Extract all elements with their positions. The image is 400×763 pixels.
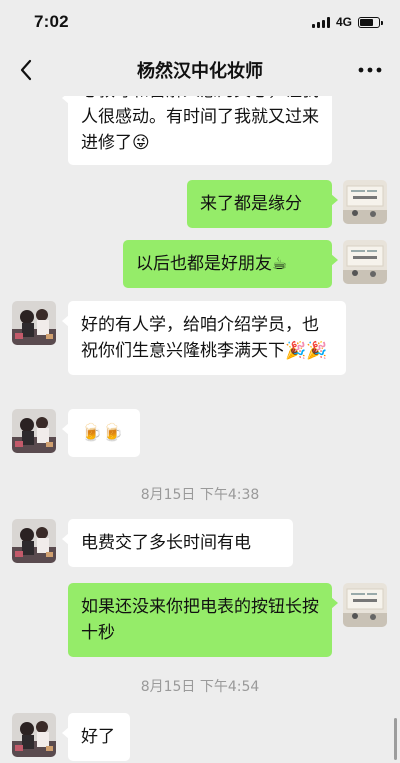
- status-bar: 7:02 4G: [0, 0, 400, 44]
- message-outgoing[interactable]: 如果还没来你把电表的按钮长按十秒: [68, 583, 338, 657]
- emoji: ☕: [272, 254, 288, 274]
- chat-title: 杨然汉中化妆师: [137, 61, 263, 82]
- chat-header: 杨然汉中化妆师: [0, 44, 400, 96]
- chevron-left-icon: [20, 59, 32, 81]
- timestamp: 8月15日 下午4:38: [140, 487, 260, 503]
- message-incoming[interactable]: 电费交了多长时间有电: [62, 519, 293, 567]
- scrollbar[interactable]: [394, 718, 397, 760]
- status-indicators: 4G: [311, 15, 383, 29]
- network-type: 4G: [335, 15, 352, 29]
- avatar[interactable]: [12, 519, 56, 563]
- status-time: 7:02: [34, 12, 69, 31]
- avatar[interactable]: [343, 240, 387, 284]
- avatar[interactable]: [12, 713, 56, 757]
- chat-area[interactable]: 心教导和雷解人意的关心，让我人很感动。有时间了我就又过来进修了😜 来了都是缘分 …: [0, 96, 400, 763]
- avatar[interactable]: [12, 409, 56, 453]
- more-dots-icon: [358, 67, 382, 73]
- avatar[interactable]: [343, 583, 387, 627]
- message-incoming[interactable]: 心教导和雷解人意的关心，让我人很感动。有时间了我就又过来进修了😜: [62, 96, 332, 165]
- message-incoming[interactable]: 🍺🍺: [62, 409, 140, 457]
- back-button[interactable]: [12, 56, 40, 84]
- avatar[interactable]: [12, 301, 56, 345]
- timestamp: 8月15日 下午4:54: [140, 679, 260, 695]
- message-incoming[interactable]: 好了: [62, 713, 130, 761]
- emoji: 😜: [132, 133, 150, 153]
- message-incoming[interactable]: 好的有人学，给咱介绍学员，也祝你们生意兴隆桃李满天下🎉🎉: [62, 301, 346, 375]
- more-button[interactable]: [354, 56, 386, 84]
- battery-icon: [358, 16, 383, 28]
- message-outgoing[interactable]: 以后也都是好朋友☕: [123, 240, 338, 288]
- signal-icon: [311, 16, 330, 28]
- emoji: 🎉🎉: [285, 341, 328, 361]
- message-outgoing[interactable]: 来了都是缘分: [187, 180, 338, 228]
- emoji: 🍺🍺: [81, 423, 124, 443]
- avatar[interactable]: [343, 180, 387, 224]
